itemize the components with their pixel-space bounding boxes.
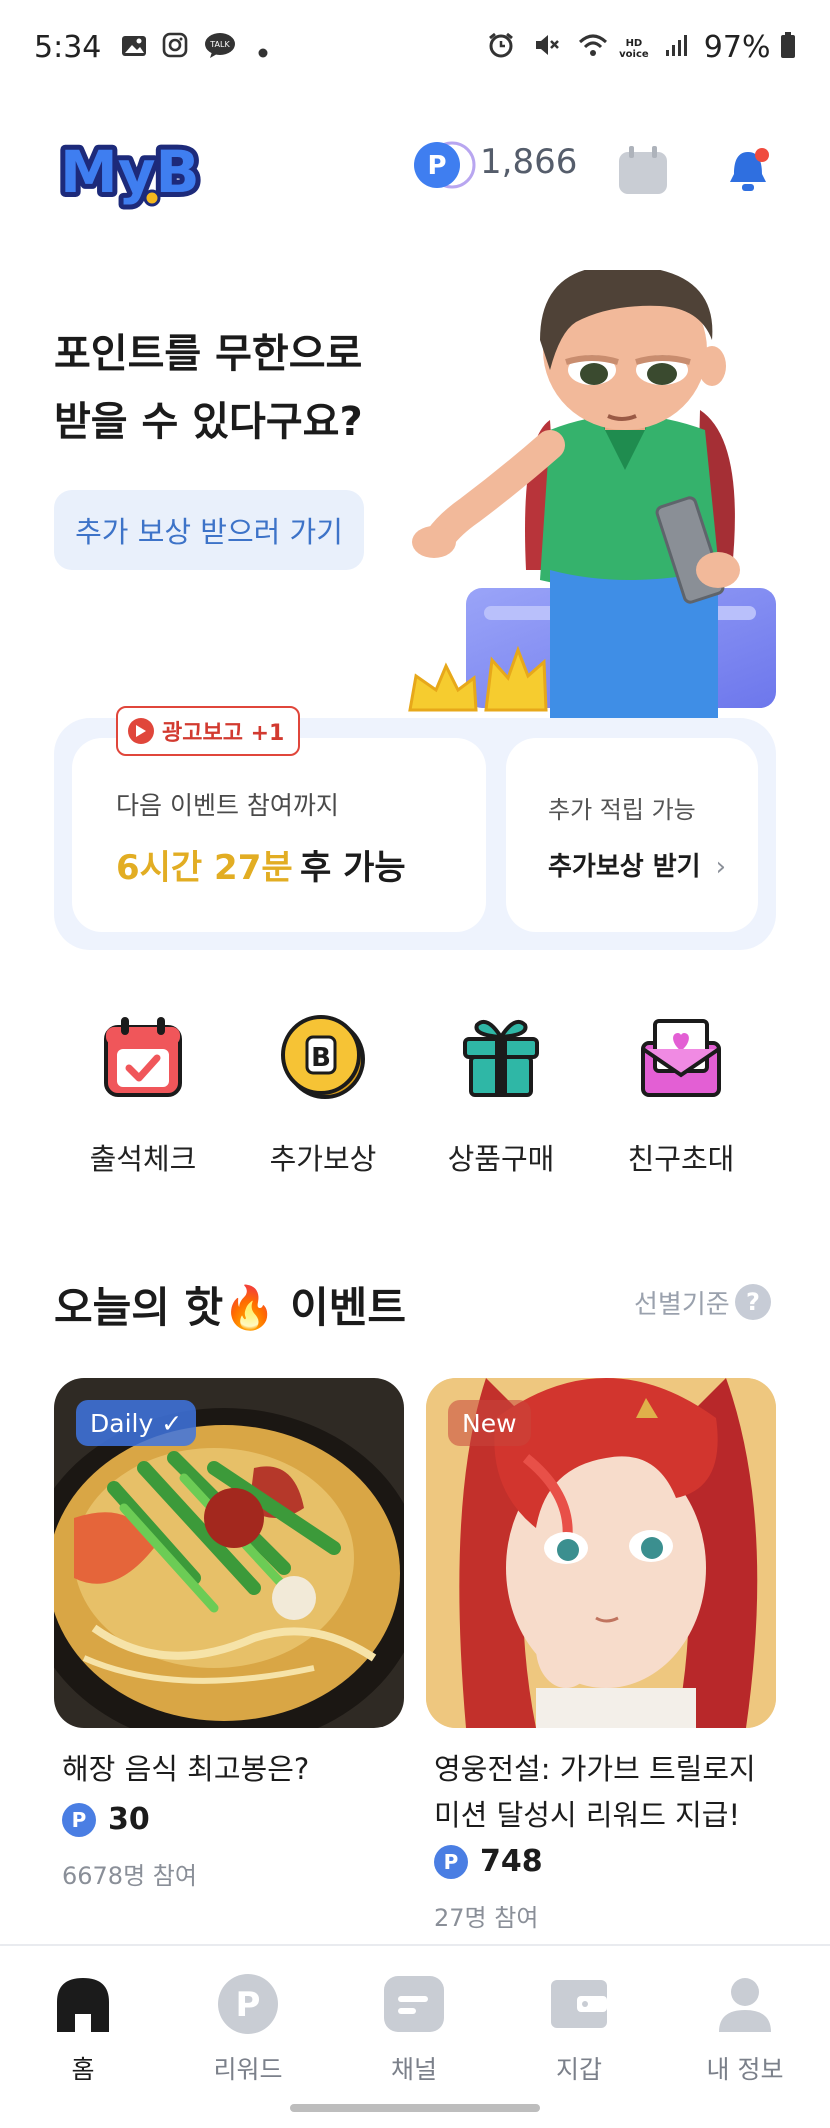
selection-criteria-link[interactable]: 선별기준: [634, 1284, 730, 1321]
section-title: 오늘의 핫🔥 이벤트: [54, 1283, 407, 1332]
points-value[interactable]: 1,866: [480, 142, 577, 182]
point-icon: P: [62, 1802, 96, 1837]
nav-wallet[interactable]: 지갑: [519, 1972, 639, 2086]
calendar-check-icon: [63, 1008, 223, 1106]
point-icon: P: [434, 1844, 468, 1879]
available-after-text: 후 가능: [300, 848, 406, 888]
home-indicator: [290, 2104, 540, 2112]
gallery-icon: [121, 31, 147, 66]
points-display[interactable]: P: [412, 138, 482, 192]
event-title[interactable]: 영웅전설: 가가브 트릴로지 미션 달성시 리워드 지급!: [434, 1746, 794, 1838]
mail-heart-icon: [601, 1008, 761, 1106]
status-right: HD voice 97%: [487, 30, 797, 67]
bell-icon[interactable]: [722, 146, 774, 202]
svg-text:B: B: [311, 1043, 331, 1073]
extra-earn-panel[interactable]: [506, 738, 758, 932]
coin-b-icon: B: [243, 1008, 403, 1106]
svg-text:P: P: [236, 1985, 261, 2025]
talk-icon: TALK: [204, 31, 236, 66]
quick-menu-invite[interactable]: 친구초대: [601, 1008, 761, 1178]
play-icon: [128, 718, 154, 744]
event-points: P 30: [62, 1802, 150, 1837]
next-event-panel: [72, 738, 486, 932]
home-icon: [57, 1978, 109, 2032]
profile-icon: [719, 1978, 771, 2032]
nav-reward[interactable]: P 리워드: [188, 1972, 308, 2086]
mute-icon: [532, 31, 560, 67]
battery-text: 97%: [703, 30, 771, 65]
svg-text:TALK: TALK: [209, 40, 230, 49]
event-image-game[interactable]: New: [426, 1378, 776, 1728]
next-event-label: 다음 이벤트 참여까지: [116, 791, 339, 820]
channel-icon: [384, 1976, 444, 2032]
point-coin-icon: P: [414, 141, 476, 189]
battery-icon: [780, 31, 796, 67]
extra-reward-button[interactable]: 추가 보상 받으러 가기: [54, 490, 364, 570]
event-points: P 748: [434, 1844, 543, 1879]
status-bar: 5:34 TALK HD voice 97%: [0, 0, 830, 100]
event-participants: 27명 참여: [434, 1904, 539, 1932]
reward-p-icon: P: [218, 1974, 278, 2034]
dot-icon: [258, 31, 268, 66]
quick-menu-extra-reward[interactable]: B 추가보상: [243, 1008, 403, 1178]
nav-profile[interactable]: 내 정보: [685, 1972, 805, 2086]
ad-reward-badge[interactable]: 광고보고 +1: [116, 706, 301, 756]
instagram-icon: [162, 31, 188, 66]
countdown-timer: 6시간 27분: [116, 848, 293, 888]
svg-text:P: P: [427, 151, 446, 181]
alarm-icon: [487, 31, 515, 67]
status-time: 5:34 TALK: [34, 30, 268, 66]
quick-menu-attendance[interactable]: 출석체크: [63, 1008, 223, 1178]
event-image-food[interactable]: Daily ✓: [54, 1378, 404, 1728]
extra-earn-label: 추가 적립 가능: [548, 796, 696, 824]
wifi-icon: [578, 31, 608, 66]
extra-reward-link[interactable]: 추가보상 받기 ›: [548, 846, 726, 883]
svg-text:?: ?: [746, 1288, 760, 1316]
gift-icon: [421, 1008, 581, 1106]
event-participants: 6678명 참여: [62, 1862, 197, 1890]
svg-text:MyB: MyB: [60, 138, 200, 206]
myb-logo[interactable]: MyB MyB: [55, 132, 216, 216]
new-tag: New: [448, 1400, 531, 1446]
quick-menu-shop[interactable]: 상품구매: [421, 1008, 581, 1178]
daily-tag: Daily ✓: [76, 1400, 197, 1446]
event-title[interactable]: 해장 음식 최고봉은?: [62, 1746, 422, 1792]
signal-icon: [664, 31, 688, 66]
nav-home[interactable]: 홈: [23, 1972, 143, 2086]
wallet-icon: [551, 1980, 607, 2028]
help-icon[interactable]: ?: [734, 1283, 772, 1325]
nav-channel[interactable]: 채널: [354, 1972, 474, 2086]
calendar-icon[interactable]: [616, 144, 670, 202]
hd-voice-icon: HD voice: [619, 37, 649, 60]
hero-character-illustration: [400, 265, 780, 734]
chevron-right-icon: ›: [715, 852, 727, 882]
